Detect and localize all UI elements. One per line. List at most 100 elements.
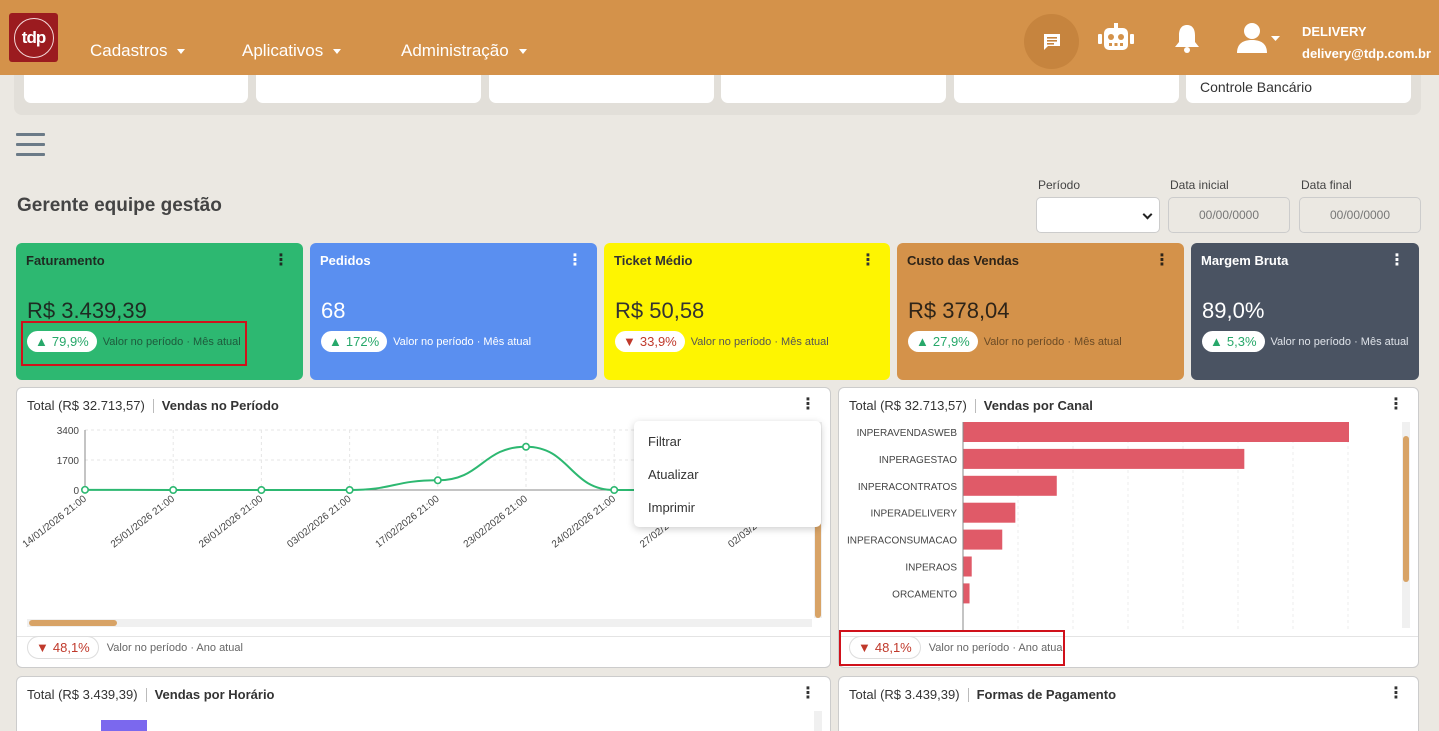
card-title: Vendas por Canal <box>983 398 1093 413</box>
bar-chart: INPERAVENDASWEB INPERAGESTAO INPERACONTRAT… <box>847 422 1349 632</box>
x-tick-label: 26/01/2026 21:00 <box>197 493 265 550</box>
x-tick-label: 03/02/2026 21:00 <box>285 493 353 550</box>
footer-note: Valor no período · Ano atual <box>106 641 243 654</box>
more-vert-icon[interactable]: ⋮ <box>1389 253 1405 269</box>
more-vert-icon[interactable]: ⋮ <box>860 253 876 269</box>
menu-item-filtrar[interactable]: Filtrar <box>648 434 681 449</box>
menu-administracao-label: Administração <box>401 41 509 60</box>
caret-down-icon <box>518 48 527 54</box>
card-formas-pagamento: Total (R$ 3.439,39) Formas de Pagamento … <box>838 676 1419 731</box>
user-menu[interactable] <box>1236 22 1280 59</box>
more-vert-icon[interactable]: ⋮ <box>800 397 816 413</box>
kpi-delta-badge: ▲ 5,3% <box>1202 331 1265 352</box>
kpi-title: Pedidos <box>320 253 371 268</box>
data-point <box>345 486 354 495</box>
chat-button[interactable] <box>1024 14 1079 69</box>
x-tick-label: 24/02/2026 21:00 <box>550 493 618 550</box>
user-icon <box>1237 23 1280 53</box>
menu-aplicativos-label: Aplicativos <box>242 41 324 60</box>
period-select[interactable] <box>1036 197 1160 233</box>
x-tick-label: 17/02/2026 21:00 <box>374 493 442 550</box>
menu-item-imprimir[interactable]: Imprimir <box>648 500 695 515</box>
shortcut-label: Controle Bancário <box>1200 79 1313 95</box>
category-label: ORCAMENTO <box>892 589 957 600</box>
scroll-thumb[interactable] <box>29 620 117 626</box>
shortcut-strip: Controle Bancário <box>14 75 1421 115</box>
start-date-input[interactable]: 00/00/0000 <box>1168 197 1290 233</box>
tdp-logo[interactable]: tdp <box>9 13 58 62</box>
card-total: Total (R$ 3.439,39) <box>849 687 960 702</box>
chart-options-menu: Filtrar Atualizar Imprimir <box>634 421 821 527</box>
kpi-note: Valor no período · Mês atual <box>690 335 829 348</box>
data-point <box>169 486 178 495</box>
data-point <box>610 486 619 495</box>
kpi-custo-vendas: Custo das Vendas ⋮ R$ 378,04 ▲ 27,9% Valo… <box>897 243 1184 380</box>
category-label: INPERADELIVERY <box>870 509 957 520</box>
chart-bar <box>101 720 147 731</box>
highlight-frame <box>839 630 1065 666</box>
data-point <box>521 442 530 451</box>
shortcut-card[interactable] <box>24 75 248 103</box>
card-total: Total (R$ 32.713,57) <box>27 398 145 413</box>
bell-icon <box>1175 25 1199 53</box>
data-point <box>433 476 442 485</box>
card-total: Total (R$ 3.439,39) <box>27 687 138 702</box>
end-date-label: Data final <box>1301 178 1352 192</box>
chevron-down-icon <box>1142 209 1153 220</box>
card-title: Formas de Pagamento <box>976 687 1117 702</box>
kpi-ticket-medio: Ticket Médio ⋮ R$ 50,58 ▼ 33,9% Valor no … <box>604 243 890 380</box>
more-vert-icon[interactable]: ⋮ <box>567 253 583 269</box>
vertical-scrollbar[interactable] <box>814 711 822 731</box>
bar <box>963 448 1245 469</box>
scroll-thumb[interactable] <box>1403 436 1409 582</box>
menu-administracao[interactable]: Administração <box>401 41 527 61</box>
kpi-note: Valor no período · Mês atual <box>983 335 1122 348</box>
vertical-scrollbar[interactable] <box>1402 422 1410 628</box>
more-vert-icon[interactable]: ⋮ <box>273 253 289 269</box>
menu-aplicativos[interactable]: Aplicativos <box>242 41 342 61</box>
kpi-note: Valor no período · Mês atual <box>1270 335 1409 348</box>
kpi-title: Margem Bruta <box>1201 253 1289 268</box>
kpi-margem-bruta: Margem Bruta ⋮ 89,0% ▲ 5,3% Valor no perí… <box>1191 243 1419 380</box>
x-tick-label: 14/01/2026 21:00 <box>21 493 89 550</box>
card-vendas-horario: Total (R$ 3.439,39) Vendas por Horário ⋮ <box>16 676 831 731</box>
shortcut-controle-bancario[interactable]: Controle Bancário <box>1186 75 1411 103</box>
more-vert-icon[interactable]: ⋮ <box>1388 397 1404 413</box>
shortcut-card[interactable] <box>256 75 481 103</box>
kpi-delta-badge: ▲ 172% <box>321 331 388 352</box>
category-label: INPERAGESTAO <box>879 455 957 466</box>
shortcut-card[interactable] <box>954 75 1179 103</box>
bar <box>963 529 1003 550</box>
caret-down-icon <box>177 48 186 54</box>
horizontal-scrollbar[interactable] <box>27 619 812 627</box>
kpi-value: 89,0% <box>1202 298 1265 323</box>
arrow-down-icon: ▼ <box>36 640 49 655</box>
kpi-delta-badge: ▲ 27,9% <box>908 331 978 352</box>
menu-cadastros[interactable]: Cadastros <box>90 41 186 61</box>
scroll-thumb[interactable] <box>815 522 821 618</box>
shortcut-card[interactable] <box>721 75 946 103</box>
bar <box>963 556 972 577</box>
robot-button[interactable] <box>1098 23 1134 58</box>
more-vert-icon[interactable]: ⋮ <box>800 686 816 702</box>
robot-icon <box>1098 23 1134 50</box>
data-point <box>81 485 90 494</box>
card-vendas-canal: Total (R$ 32.713,57) Vendas por Canal ⋮ … <box>838 387 1419 668</box>
notifications-button[interactable] <box>1174 23 1200 58</box>
end-date-input[interactable]: 00/00/0000 <box>1299 197 1421 233</box>
shortcut-card[interactable] <box>489 75 714 103</box>
kpi-pedidos: Pedidos ⋮ 68 ▲ 172% Valor no período · Mê… <box>310 243 597 380</box>
y-tick-label: 3400 <box>57 426 80 437</box>
more-vert-icon[interactable]: ⋮ <box>1154 253 1170 269</box>
category-label: INPERAVENDASWEB <box>857 428 958 439</box>
category-label: INPERACONSUMACAO <box>847 536 957 547</box>
menu-item-atualizar[interactable]: Atualizar <box>648 467 699 482</box>
hamburger-icon <box>16 133 45 136</box>
period-label: Período <box>1038 178 1081 192</box>
more-vert-icon[interactable]: ⋮ <box>1388 686 1404 702</box>
logo-text: tdp <box>21 27 46 47</box>
card-title: Vendas por Horário <box>154 687 275 702</box>
sidebar-toggle-button[interactable] <box>16 133 45 163</box>
bar <box>963 475 1057 496</box>
x-tick-label: 25/01/2026 21:00 <box>109 493 177 550</box>
